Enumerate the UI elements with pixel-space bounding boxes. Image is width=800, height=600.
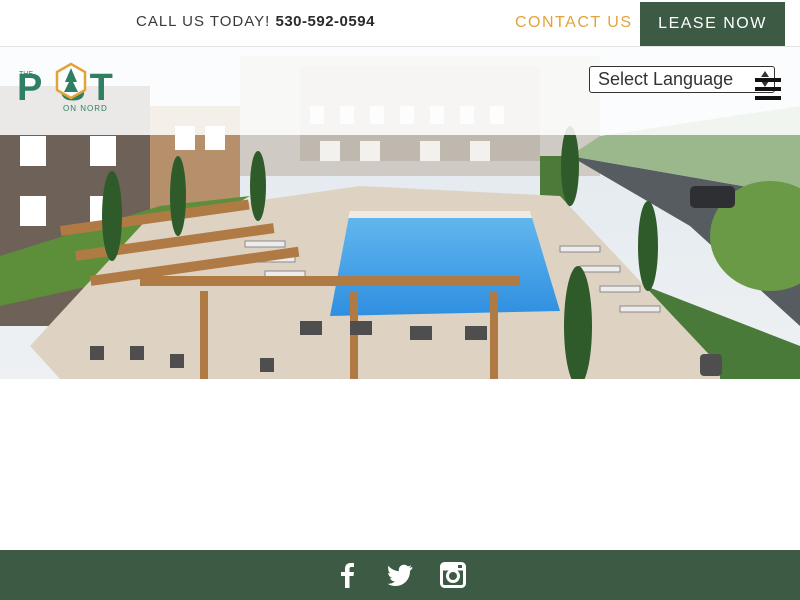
logo-on-nord-text: ON NORD: [63, 104, 108, 113]
facebook-icon[interactable]: [338, 562, 358, 588]
language-select-value: Select Language: [598, 69, 734, 89]
site-header: THE P ST ON NORD Select Language: [0, 46, 800, 135]
top-bar: CALL US TODAY! 530-592-0594 CONTACT US L…: [0, 0, 800, 47]
instagram-icon[interactable]: [440, 562, 466, 588]
call-us-label: CALL US TODAY!: [136, 13, 271, 30]
contact-us-link[interactable]: CONTACT US: [515, 14, 633, 32]
call-us-text: CALL US TODAY! 530-592-0594: [136, 13, 375, 30]
the-post-on-nord-logo[interactable]: THE P ST ON NORD: [17, 60, 169, 116]
twitter-icon[interactable]: [387, 562, 413, 588]
language-select[interactable]: Select Language: [589, 66, 775, 93]
lease-now-button[interactable]: LEASE NOW: [640, 2, 785, 46]
footer-bar: [0, 550, 800, 600]
hamburger-menu-icon[interactable]: [755, 78, 781, 100]
phone-number-link[interactable]: 530-592-0594: [276, 13, 375, 30]
